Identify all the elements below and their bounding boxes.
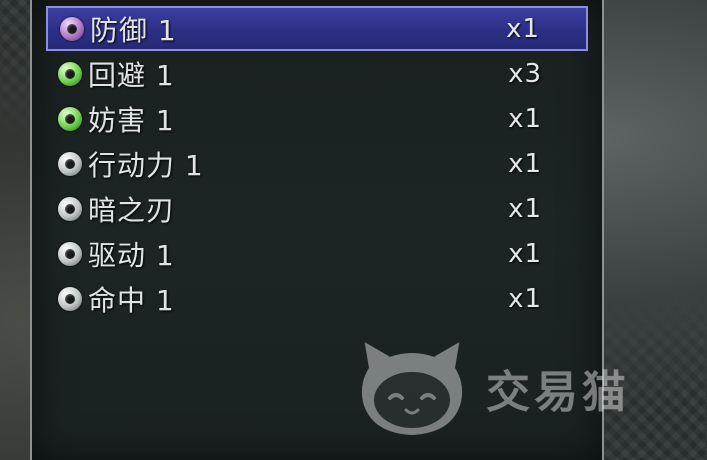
list-item[interactable]: 妨害 1 x1 [46, 96, 588, 141]
watermark: 交易猫 [356, 338, 630, 438]
item-quantity: x1 [508, 148, 542, 179]
list-item[interactable]: 防御 1 x1 [46, 6, 588, 51]
item-quantity: x1 [506, 13, 540, 44]
white-orb-icon [58, 196, 82, 221]
white-orb-icon [58, 286, 82, 311]
item-list: 防御 1 x1 回避 1 x3 妨害 1 x1 行动力 1 x1 暗之刃 x1 … [46, 6, 588, 321]
item-quantity: x3 [508, 58, 542, 89]
green-orb-icon [58, 61, 82, 86]
list-item[interactable]: 行动力 1 x1 [46, 141, 588, 186]
white-orb-icon [58, 151, 82, 176]
item-quantity: x1 [508, 103, 542, 134]
item-quantity: x1 [508, 283, 542, 314]
list-item[interactable]: 驱动 1 x1 [46, 231, 588, 276]
list-item[interactable]: 暗之刃 x1 [46, 186, 588, 231]
watermark-text: 交易猫 [486, 367, 630, 418]
green-orb-icon [58, 106, 82, 131]
purple-orb-icon [60, 16, 84, 41]
item-quantity: x1 [508, 238, 542, 269]
cat-logo-icon [361, 342, 463, 436]
white-orb-icon [58, 241, 82, 266]
item-quantity: x1 [508, 193, 542, 224]
list-item[interactable]: 命中 1 x1 [46, 276, 588, 321]
list-item[interactable]: 回避 1 x3 [46, 51, 588, 96]
